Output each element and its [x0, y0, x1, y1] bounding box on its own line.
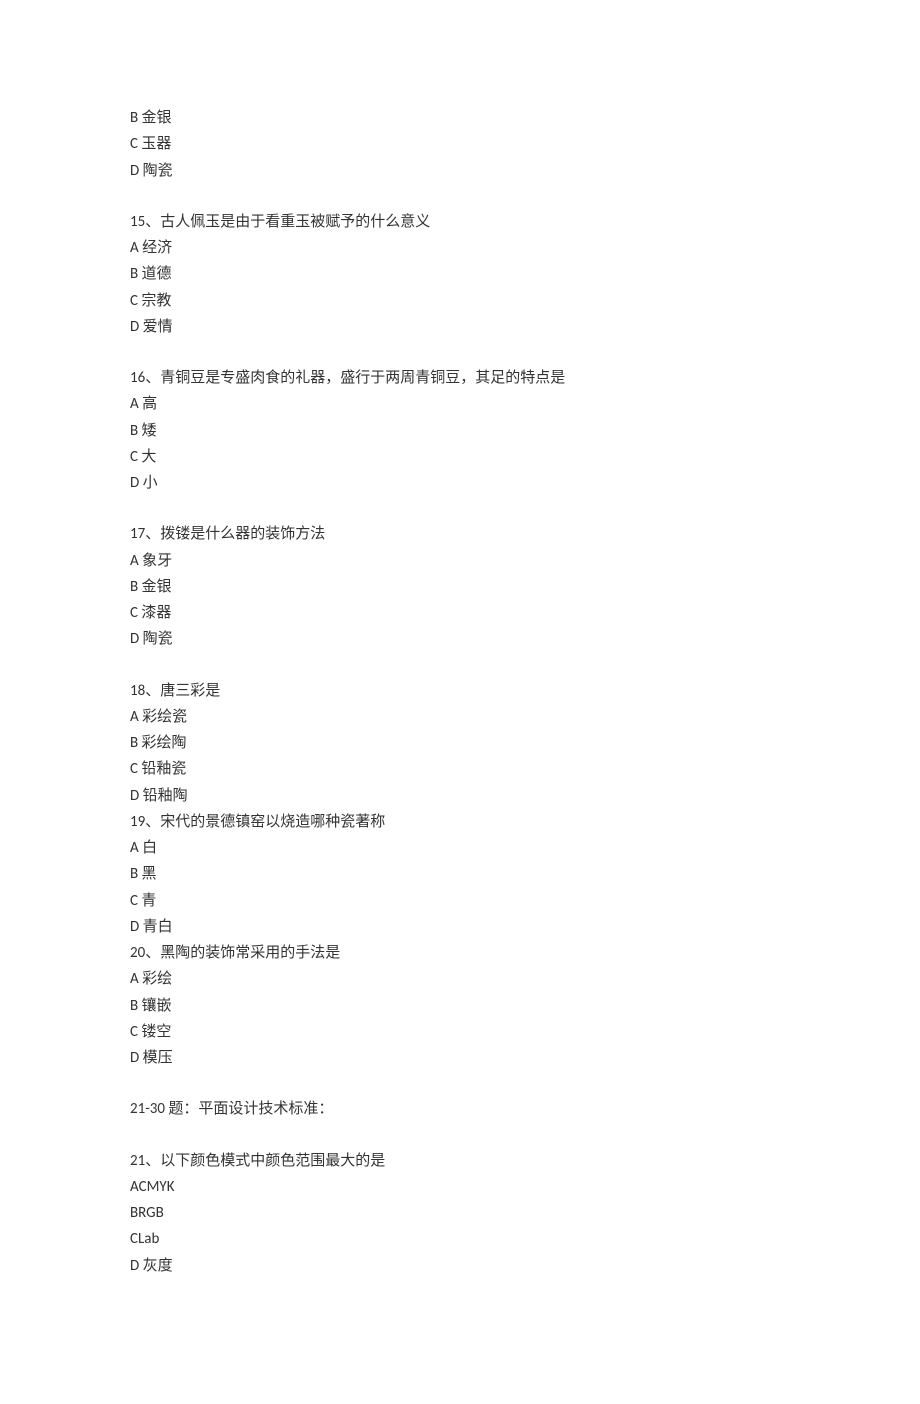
question-option: B 彩绘陶: [130, 730, 790, 756]
question-17: 17、拨镂是什么器的装饰方法 A 象牙 B 金银 C 漆器 D 陶瓷: [130, 521, 790, 652]
question-15: 15、古人佩玉是由于看重玉被赋予的什么意义 A 经济 B 道德 C 宗教 D 爱…: [130, 209, 790, 340]
question-option: A 白: [130, 835, 790, 861]
question-20: 20、黑陶的装饰常采用的手法是 A 彩绘 B 镶嵌 C 镂空 D 模压: [130, 940, 790, 1071]
question-option: D 青白: [130, 914, 790, 940]
question-option: D 小: [130, 470, 790, 496]
section-2-header: 21-30 题：平面设计技术标准：: [130, 1096, 790, 1122]
question-stem: 20、黑陶的装饰常采用的手法是: [130, 940, 790, 966]
question-option: BRGB: [130, 1200, 790, 1226]
question-option: C 大: [130, 444, 790, 470]
question-option: A 象牙: [130, 548, 790, 574]
question-stem: 17、拨镂是什么器的装饰方法: [130, 521, 790, 547]
question-option: D 陶瓷: [130, 626, 790, 652]
question-option: C 漆器: [130, 600, 790, 626]
question-18: 18、唐三彩是 A 彩绘瓷 B 彩绘陶 C 铅釉瓷 D 铅釉陶: [130, 678, 790, 809]
question-option: B 金银: [130, 105, 790, 131]
question-option: C 玉器: [130, 131, 790, 157]
question-option: C 青: [130, 888, 790, 914]
question-stem: 21、以下颜色模式中颜色范围最大的是: [130, 1148, 790, 1174]
question-option: D 铅釉陶: [130, 783, 790, 809]
question-21: 21、以下颜色模式中颜色范围最大的是 ACMYK BRGB CLab D 灰度: [130, 1148, 790, 1279]
question-option: C 宗教: [130, 288, 790, 314]
question-stem: 18、唐三彩是: [130, 678, 790, 704]
question-option: A 彩绘瓷: [130, 704, 790, 730]
section-title: 21-30 题：平面设计技术标准：: [130, 1096, 790, 1122]
question-option: B 黑: [130, 861, 790, 887]
question-option: ACMYK: [130, 1174, 790, 1200]
question-option: B 金银: [130, 574, 790, 600]
question-option: C 镂空: [130, 1019, 790, 1045]
question-stem: 19、宋代的景德镇窑以烧造哪种瓷著称: [130, 809, 790, 835]
question-option: D 灰度: [130, 1253, 790, 1279]
question-14-partial: B 金银 C 玉器 D 陶瓷: [130, 105, 790, 184]
question-option: A 彩绘: [130, 966, 790, 992]
question-option: A 经济: [130, 235, 790, 261]
question-option: B 矮: [130, 418, 790, 444]
question-stem: 16、青铜豆是专盛肉食的礼器，盛行于两周青铜豆，其足的特点是: [130, 365, 790, 391]
question-option: B 镶嵌: [130, 993, 790, 1019]
question-option: D 爱情: [130, 314, 790, 340]
question-stem: 15、古人佩玉是由于看重玉被赋予的什么意义: [130, 209, 790, 235]
question-19: 19、宋代的景德镇窑以烧造哪种瓷著称 A 白 B 黑 C 青 D 青白: [130, 809, 790, 940]
question-option: B 道德: [130, 261, 790, 287]
question-16: 16、青铜豆是专盛肉食的礼器，盛行于两周青铜豆，其足的特点是 A 高 B 矮 C…: [130, 365, 790, 496]
question-option: D 模压: [130, 1045, 790, 1071]
question-option: C 铅釉瓷: [130, 756, 790, 782]
question-option: CLab: [130, 1226, 790, 1252]
question-option: D 陶瓷: [130, 158, 790, 184]
question-option: A 高: [130, 391, 790, 417]
